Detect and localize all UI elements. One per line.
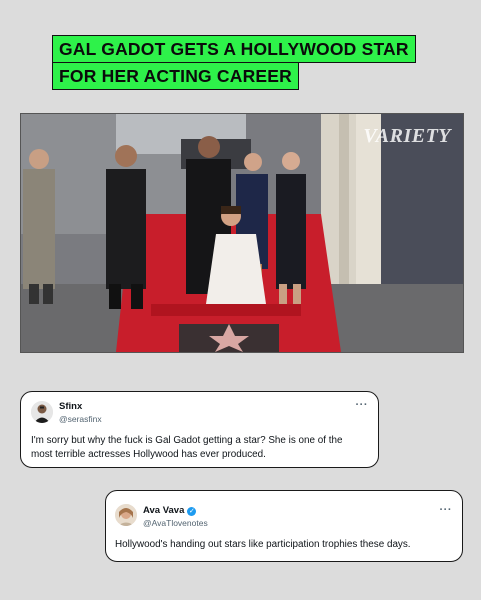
avatar[interactable] [31, 401, 53, 423]
headline-line-2: FOR HER ACTING CAREER [52, 62, 299, 90]
tweet-author-name[interactable]: Ava Vava ✓ [143, 505, 197, 516]
tweet-author-handle[interactable]: @AvaTlovenotes [143, 518, 208, 528]
tweet-author-name[interactable]: Sfinx [59, 401, 82, 412]
tweet-author-name-text[interactable]: Ava Vava [143, 505, 184, 516]
avatar[interactable] [115, 504, 137, 526]
tweet-author-handle[interactable]: @serasfinx [59, 414, 102, 424]
tweet-text: I'm sorry but why the fuck is Gal Gadot … [31, 435, 343, 460]
tweet-card-ava-vava[interactable]: Ava Vava ✓ @AvaTlovenotes ··· Hollywood's… [105, 490, 463, 562]
verified-badge-icon: ✓ [187, 507, 197, 516]
avatar-image [115, 504, 137, 526]
photo-illustration [21, 114, 463, 352]
headline: GAL GADOT GETS A HOLLYWOOD STAR FOR HER … [52, 35, 416, 90]
more-dots-icon[interactable]: ··· [356, 399, 369, 411]
tweet-card-sfinx[interactable]: Sfinx @serasfinx ··· I'm sorry but why t… [20, 391, 379, 468]
avatar-image [31, 401, 53, 423]
variety-watermark: VARIETY [363, 125, 451, 147]
more-dots-icon[interactable]: ··· [440, 504, 453, 516]
tweet-text: Hollywood's handing out stars like parti… [115, 539, 411, 550]
headline-line-1: GAL GADOT GETS A HOLLYWOOD STAR [52, 35, 416, 63]
event-photo: VARIETY [20, 113, 464, 353]
